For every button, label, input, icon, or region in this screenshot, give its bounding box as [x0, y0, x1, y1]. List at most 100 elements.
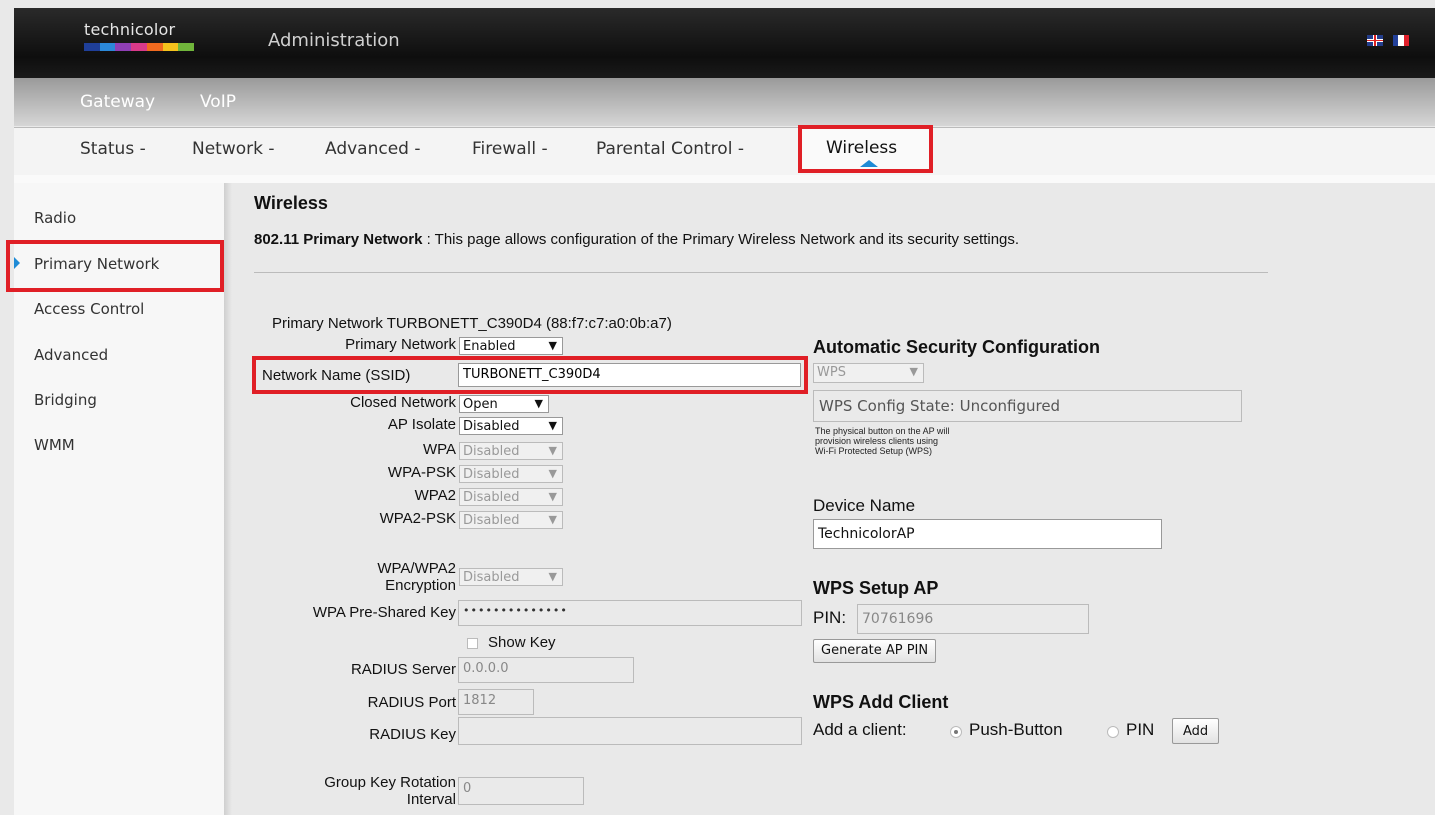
encryption-value: Disabled [463, 570, 520, 585]
language-flags [1367, 35, 1409, 46]
pin-option-label: PIN [1126, 720, 1155, 739]
page-title: Wireless [254, 193, 328, 213]
wpa-label: WPA [422, 441, 456, 458]
tab-firewall[interactable]: Firewall - [472, 139, 548, 159]
nav-gateway[interactable]: Gateway [80, 92, 155, 112]
primary-nav: Gateway VoIP [14, 78, 1435, 126]
encryption-label-line2: Encryption [385, 577, 456, 594]
closed-network-select[interactable]: Open ▼ [459, 395, 549, 413]
top-header: technicolor Administration [14, 8, 1435, 78]
pin-input[interactable]: 70761696 [857, 604, 1089, 634]
pin-radio[interactable] [1107, 726, 1119, 738]
wps-add-client-heading: WPS Add Client [813, 692, 949, 712]
closed-network-value: Open [463, 397, 498, 412]
group-key-label: Group Key Rotation Interval [260, 774, 456, 808]
group-key-label-line2: Interval [406, 791, 456, 808]
tab-parental-control[interactable]: Parental Control - [596, 139, 744, 159]
ssid-label: Network Name (SSID) [262, 367, 411, 384]
wps-mode-value: WPS [817, 365, 846, 380]
radius-server-label: RADIUS Server [350, 661, 456, 678]
network-title: Primary Network TURBONETT_C390D4 (88:f7:… [272, 315, 672, 332]
tab-network[interactable]: Network - [192, 139, 275, 159]
active-tab-caret-icon [860, 160, 878, 167]
dropdown-arrow-icon: ▼ [534, 397, 543, 410]
wpa2-psk-label: WPA2-PSK [379, 510, 456, 527]
wps-note: The physical button on the AP will provi… [815, 426, 949, 456]
dropdown-arrow-icon: ▼ [548, 570, 557, 583]
dropdown-arrow-icon: ▼ [548, 444, 557, 457]
wpa2-label: WPA2 [414, 487, 456, 504]
wps-note-line2: provision wireless clients using [815, 436, 939, 446]
push-button-radio[interactable] [950, 726, 962, 738]
wpa-psk-label: WPA-PSK [387, 464, 456, 481]
app-title: Administration [268, 30, 400, 51]
wps-heading: Automatic Security Configuration [813, 337, 1101, 357]
ap-isolate-label: AP Isolate [387, 416, 456, 433]
wpa-select: Disabled ▼ [459, 442, 563, 460]
pin-label: PIN: [813, 608, 847, 627]
sidebar-item-wmm[interactable]: WMM [34, 436, 75, 454]
fr-flag-icon[interactable] [1393, 35, 1409, 46]
radius-server-input[interactable]: 0.0.0.0 [458, 657, 634, 683]
wpa2-value: Disabled [463, 490, 520, 505]
group-key-input[interactable]: 0 [458, 777, 584, 805]
sidebar-active-highlight [6, 240, 224, 292]
dropdown-arrow-icon: ▼ [548, 419, 557, 432]
wps-mode-select: WPS ▼ [813, 363, 924, 383]
wpa2-psk-value: Disabled [463, 513, 520, 528]
sidebar-item-radio[interactable]: Radio [34, 209, 76, 227]
tab-wireless-label: Wireless [826, 138, 898, 158]
add-client-button[interactable]: Add [1172, 718, 1220, 744]
show-key-label: Show Key [488, 634, 556, 651]
dropdown-arrow-icon: ▼ [548, 513, 557, 526]
psk-input[interactable]: •••••••••••••• [458, 600, 802, 626]
secondary-nav: Status - Network - Advanced - Firewall -… [14, 127, 1435, 175]
wpa2-psk-select: Disabled ▼ [459, 511, 563, 529]
brand-color-bar [84, 43, 195, 51]
brand-name: technicolor [84, 20, 176, 39]
encryption-label-line1: WPA/WPA2 [377, 560, 456, 577]
encryption-label: WPA/WPA2 Encryption [300, 560, 456, 594]
primary-network-label: Primary Network [345, 336, 456, 353]
radius-key-label: RADIUS Key [369, 726, 456, 743]
sidebar-item-bridging[interactable]: Bridging [34, 391, 97, 409]
wps-setup-heading: WPS Setup AP [813, 578, 939, 598]
nav-divider [14, 175, 1435, 183]
ap-isolate-value: Disabled [463, 419, 520, 434]
radius-port-label: RADIUS Port [367, 694, 456, 711]
show-key-checkbox[interactable] [467, 638, 478, 649]
dropdown-arrow-icon: ▼ [548, 490, 557, 503]
device-name-label: Device Name [813, 496, 916, 515]
uk-flag-icon[interactable] [1367, 35, 1383, 46]
push-button-label: Push-Button [969, 720, 1063, 739]
generate-ap-pin-button[interactable]: Generate AP PIN [813, 639, 937, 663]
wps-note-line1: The physical button on the AP will [815, 426, 950, 436]
primary-network-value: Enabled [463, 339, 516, 354]
page-description: 802.11 Primary Network : This page allow… [254, 231, 1019, 248]
device-name-input[interactable]: TechnicolorAP [813, 519, 1162, 549]
primary-network-select[interactable]: Enabled ▼ [459, 337, 563, 355]
wpa-psk-select: Disabled ▼ [459, 465, 563, 483]
description-title: 802.11 Primary Network [254, 231, 423, 248]
tab-advanced[interactable]: Advanced - [325, 139, 421, 159]
wpa2-select: Disabled ▼ [459, 488, 563, 506]
wps-config-state: WPS Config State: Unconfigured [813, 390, 1242, 422]
group-key-label-line1: Group Key Rotation [324, 774, 456, 791]
active-item-arrow-icon [14, 257, 20, 269]
dropdown-arrow-icon: ▼ [909, 365, 918, 378]
radius-port-input[interactable]: 1812 [458, 689, 534, 715]
tab-status[interactable]: Status - [80, 139, 146, 159]
psk-label: WPA Pre-Shared Key [312, 604, 456, 621]
sidebar-item-advanced[interactable]: Advanced [34, 346, 108, 364]
sidebar-item-access-control[interactable]: Access Control [34, 300, 144, 318]
tab-wireless[interactable]: Wireless [798, 125, 933, 173]
wpa-psk-value: Disabled [463, 467, 520, 482]
radius-key-input[interactable] [458, 717, 802, 745]
ap-isolate-select[interactable]: Disabled ▼ [459, 417, 563, 435]
description-text: : This page allows configuration of the … [422, 231, 1020, 248]
ssid-input[interactable]: TURBONETT_C390D4 [458, 363, 801, 387]
sidebar-shadow [224, 183, 232, 815]
nav-voip[interactable]: VoIP [200, 92, 236, 112]
wps-note-line3: Wi-Fi Protected Setup (WPS) [815, 446, 933, 456]
encryption-select: Disabled ▼ [459, 568, 563, 586]
